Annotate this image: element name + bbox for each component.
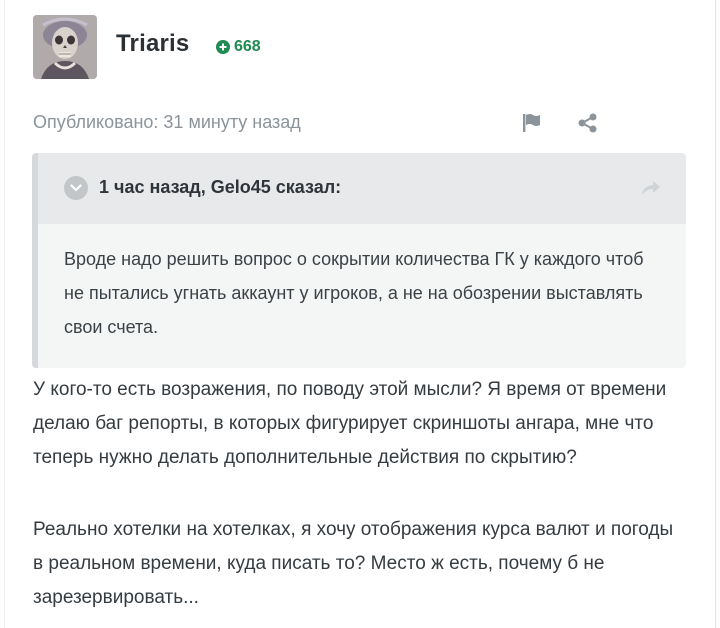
share-icon	[578, 113, 597, 133]
quote-body: Вроде надо решить вопрос о сокрытии коли…	[38, 224, 686, 368]
reply-arrow-icon	[642, 181, 660, 195]
chevron-down-icon	[70, 184, 82, 192]
author-name[interactable]: Triaris	[116, 30, 189, 58]
quote-goto-button[interactable]	[640, 178, 662, 198]
post-paragraph: У кого-то есть возражения, по поводу это…	[33, 379, 667, 468]
post-left-border	[4, 0, 5, 628]
reputation-count: 668	[234, 38, 261, 55]
quote-header: 1 час назад, Gelo45 сказал:	[38, 153, 686, 224]
plus-circle-icon	[216, 40, 230, 54]
quote-text: Вроде надо решить вопрос о сокрытии коли…	[64, 249, 644, 337]
flag-icon	[523, 114, 540, 132]
post-paragraph: Реально хотелки на хотелках, я хочу отоб…	[33, 519, 674, 608]
report-button[interactable]	[521, 112, 543, 134]
published-time: Опубликовано: 31 минуту назад	[33, 112, 301, 132]
quote-block: 1 час назад, Gelo45 сказал: Вроде надо р…	[32, 153, 686, 368]
avatar[interactable]	[33, 15, 97, 79]
reputation-badge: 668	[216, 38, 261, 56]
skull-portrait-icon	[33, 15, 97, 79]
share-button[interactable]	[577, 112, 599, 134]
quote-collapse-toggle[interactable]	[64, 176, 88, 200]
forum-post: Triaris 668 Опубликовано: 31 минуту наза…	[4, 0, 716, 628]
post-right-border	[715, 0, 716, 628]
quote-citation[interactable]: 1 час назад, Gelo45 сказал:	[99, 177, 341, 198]
